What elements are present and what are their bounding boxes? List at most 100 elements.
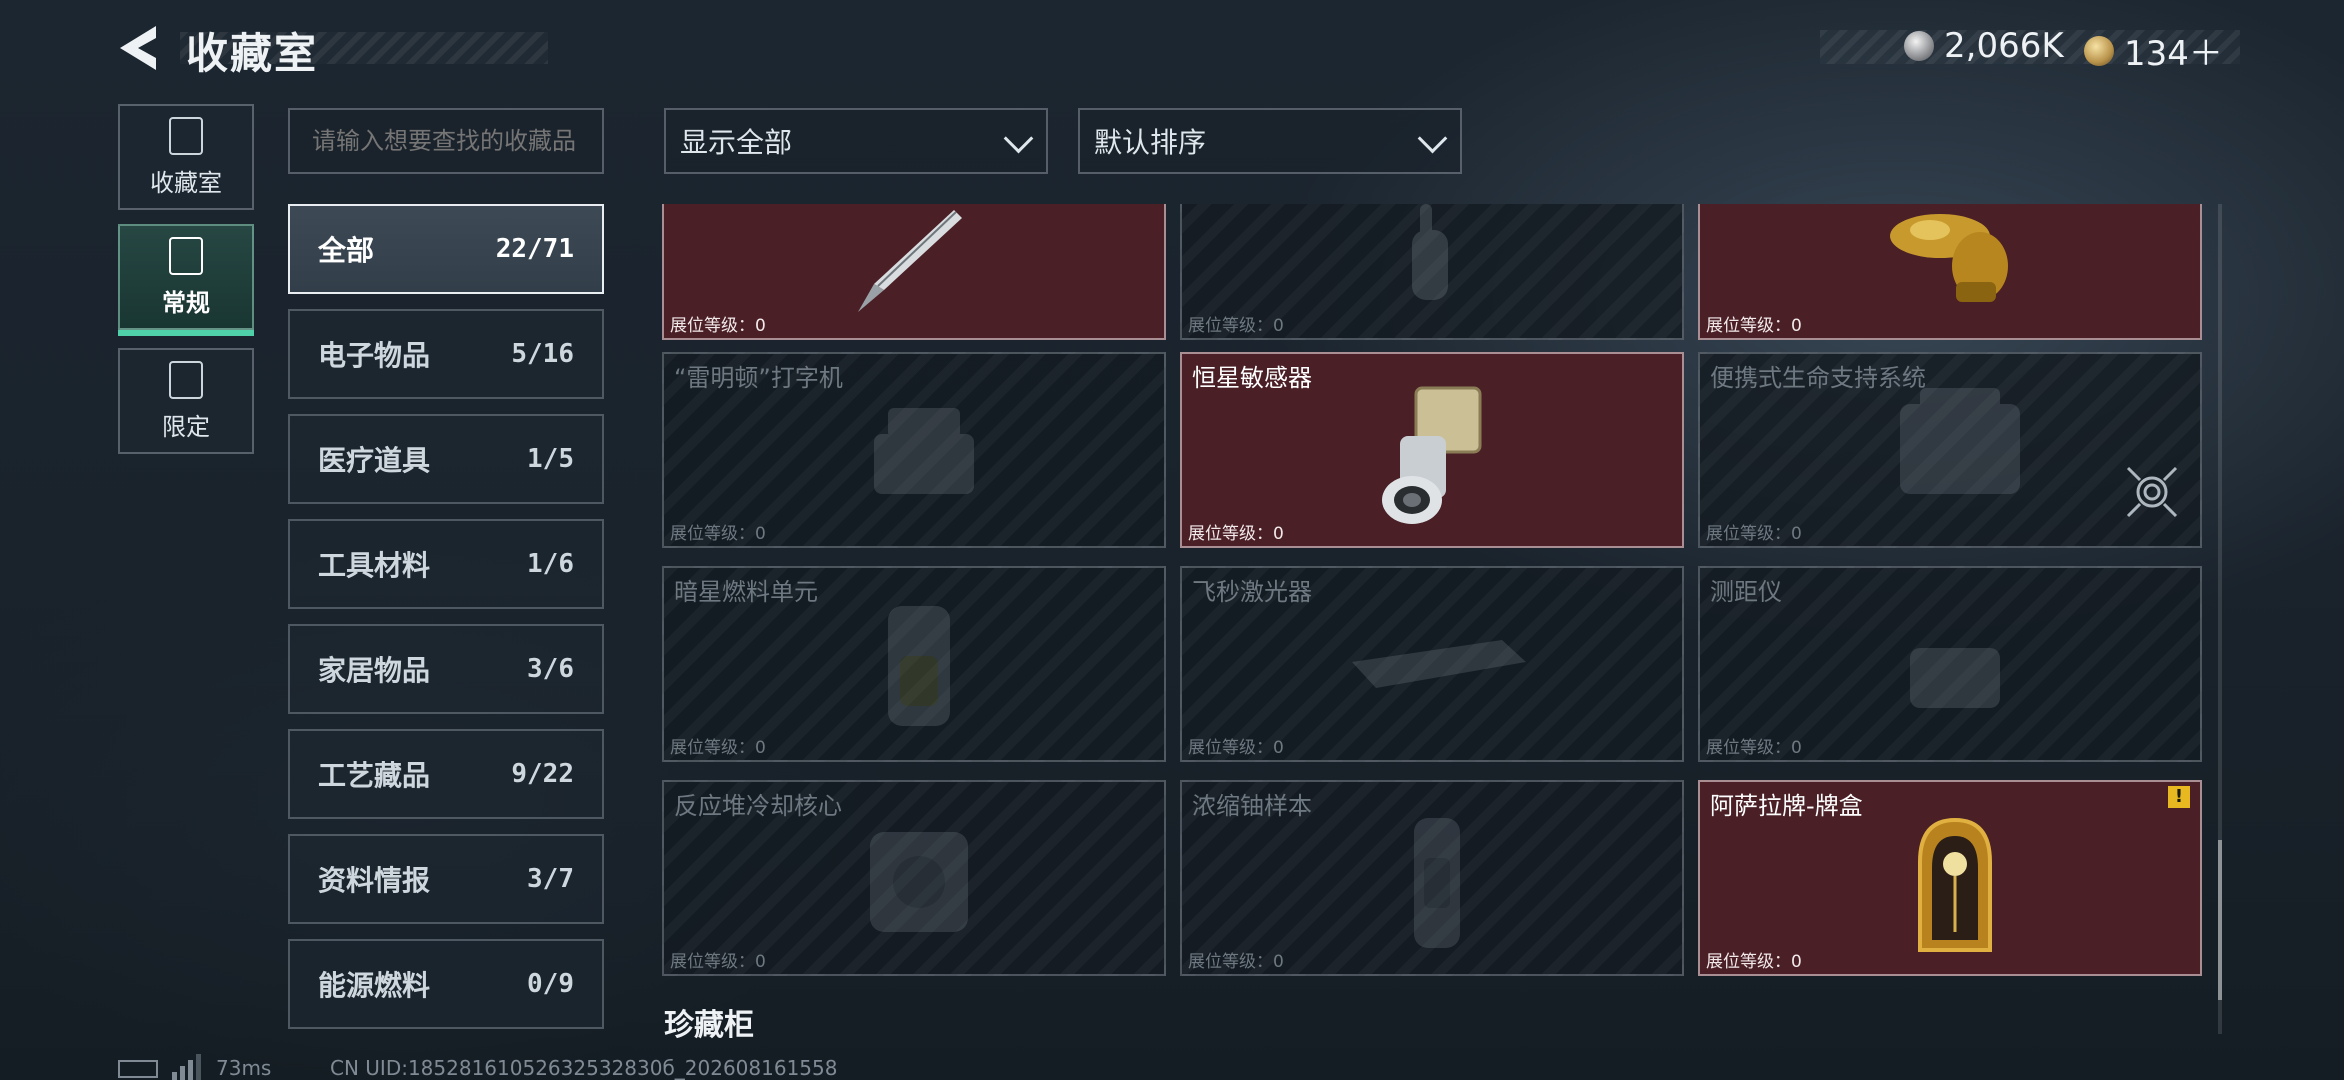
category-label: 电子物品	[318, 339, 431, 372]
display-level-label: 展位等级：	[670, 952, 755, 972]
collectible-card[interactable]: 展位等级：0	[1698, 204, 2202, 340]
collectible-card[interactable]: 展位等级：0	[662, 204, 1166, 340]
category-electronics[interactable]: 电子物品 5/16	[288, 309, 604, 399]
collectible-card[interactable]: 飞秒激光器 展位等级：0	[1180, 566, 1684, 762]
category-tools[interactable]: 工具材料 1/6	[288, 519, 604, 609]
collectible-card[interactable]: “雷明顿”打字机 展位等级：0	[662, 352, 1166, 548]
category-count: 1/5	[527, 444, 574, 474]
category-count: 3/6	[527, 654, 574, 684]
back-arrow-icon[interactable]	[116, 24, 160, 72]
side-tab-limited[interactable]: 限定	[118, 348, 254, 454]
side-tab-label: 收藏室	[150, 168, 222, 197]
collectible-card[interactable]: 阿萨拉牌-牌盒 ! 展位等级：0	[1698, 780, 2202, 976]
display-level-value: 0	[755, 738, 766, 758]
display-level-label: 展位等级：	[1188, 738, 1273, 758]
display-level-value: 0	[1791, 952, 1802, 972]
category-label: 能源燃料	[318, 969, 431, 1002]
collectible-card[interactable]: 测距仪 展位等级：0	[1698, 566, 2202, 762]
life-support-icon	[1900, 388, 2020, 494]
side-tab-collection-room[interactable]: 收藏室	[118, 104, 254, 210]
reactor-core-icon	[870, 832, 968, 932]
collectible-card[interactable]: 便携式生命支持系统 展位等级：0	[1698, 352, 2202, 548]
display-level-value: 0	[755, 952, 766, 972]
display-level: 展位等级：0	[670, 519, 766, 544]
sort-dropdown-value: 默认排序	[1094, 126, 1207, 159]
display-level: 展位等级：0	[670, 733, 766, 758]
silver-coin-icon	[1904, 31, 1934, 61]
collectible-name: 浓缩铀样本	[1192, 792, 1312, 820]
scrollbar-thumb[interactable]	[2218, 840, 2222, 1000]
target-icon[interactable]	[2126, 466, 2178, 518]
golden-horse-icon	[1890, 214, 2008, 302]
display-level-label: 展位等级：	[1706, 952, 1791, 972]
display-level-label: 展位等级：	[1188, 316, 1273, 336]
display-level-value: 0	[1273, 316, 1284, 336]
filter-dropdown-value: 显示全部	[680, 126, 793, 159]
display-level-value: 0	[1791, 524, 1802, 544]
collectible-name: 阿萨拉牌-牌盒	[1710, 792, 1863, 820]
collectible-card[interactable]: 浓缩铀样本 展位等级：0	[1180, 780, 1684, 976]
uid-text: CN UID:18528161052632532830б_20260816155…	[330, 1056, 838, 1080]
collectible-name: 恒星敏感器	[1192, 364, 1312, 392]
display-level-label: 展位等级：	[670, 316, 755, 336]
display-level-label: 展位等级：	[1706, 738, 1791, 758]
collectible-name: 反应堆冷却核心	[674, 792, 842, 820]
category-label: 医疗道具	[318, 444, 431, 477]
display-level-value: 0	[1273, 952, 1284, 972]
side-tab-label: 常规	[162, 288, 210, 317]
display-level-value: 0	[755, 524, 766, 544]
uranium-sample-icon	[1414, 818, 1460, 948]
display-level: 展位等级：0	[1188, 519, 1284, 544]
display-level: 展位等级：0	[1706, 311, 1802, 336]
category-intel[interactable]: 资料情报 3/7	[288, 834, 604, 924]
ping-text: 73ms	[216, 1056, 272, 1080]
category-label: 资料情报	[318, 864, 431, 897]
search-input[interactable]	[288, 108, 604, 174]
category-count: 1/6	[527, 549, 574, 579]
typewriter-icon	[874, 408, 974, 494]
display-level: 展位等级：0	[670, 947, 766, 972]
side-tab-label: 限定	[162, 412, 210, 441]
display-level-label: 展位等级：	[1188, 524, 1273, 544]
battery-icon	[118, 1060, 158, 1078]
category-energy[interactable]: 能源燃料 0/9	[288, 939, 604, 1029]
display-level: 展位等级：0	[1706, 519, 1802, 544]
side-tab-regular[interactable]: 常规	[118, 224, 254, 336]
gold-coin-icon	[2084, 35, 2114, 66]
category-count: 9/22	[511, 759, 574, 789]
collectible-name: 飞秒激光器	[1192, 578, 1312, 606]
category-medical[interactable]: 医疗道具 1/5	[288, 414, 604, 504]
rangefinder-icon	[1910, 648, 2000, 708]
collectible-card[interactable]: 展位等级：0	[1180, 204, 1684, 340]
sort-dropdown[interactable]: 默认排序	[1078, 108, 1462, 174]
collectible-card[interactable]: 反应堆冷却核心 展位等级：0	[662, 780, 1166, 976]
collectible-grid[interactable]: 展位等级：0 展位等级：0 展位等级：0 “雷明顿”打字机 展位等级：0 恒星敏…	[662, 204, 2202, 976]
category-label: 全部	[318, 234, 375, 267]
display-level: 展位等级：0	[670, 311, 766, 336]
category-count: 5/16	[511, 339, 574, 369]
category-household[interactable]: 家居物品 3/6	[288, 624, 604, 714]
hand-figure-icon	[1412, 204, 1448, 300]
filter-dropdown[interactable]: 显示全部	[664, 108, 1048, 174]
category-label: 工艺藏品	[318, 759, 431, 792]
silver-currency[interactable]: 2,066K	[1904, 26, 2064, 66]
landscape-icon	[169, 360, 203, 399]
display-level-label: 展位等级：	[670, 524, 755, 544]
display-level: 展位等级：0	[1706, 947, 1802, 972]
category-count: 3/7	[527, 864, 574, 894]
category-crafts[interactable]: 工艺藏品 9/22	[288, 729, 604, 819]
category-all[interactable]: 全部 22/71	[288, 204, 604, 294]
collectible-name: 暗星燃料单元	[674, 578, 818, 606]
gold-currency[interactable]: 134＋	[2084, 26, 2223, 75]
gold-amount: 134＋	[2124, 34, 2223, 74]
display-level-value: 0	[755, 316, 766, 336]
collectible-card[interactable]: 恒星敏感器 展位等级：0	[1180, 352, 1684, 548]
section-title: 珍藏柜	[664, 1008, 754, 1043]
collectible-card[interactable]: 暗星燃料单元 展位等级：0	[662, 566, 1166, 762]
signal-icon	[172, 1054, 201, 1080]
chevron-down-icon	[1002, 126, 1032, 156]
category-count: 22/71	[495, 234, 574, 264]
jar-icon	[169, 116, 203, 155]
display-level-value: 0	[1791, 738, 1802, 758]
display-level: 展位等级：0	[1188, 733, 1284, 758]
